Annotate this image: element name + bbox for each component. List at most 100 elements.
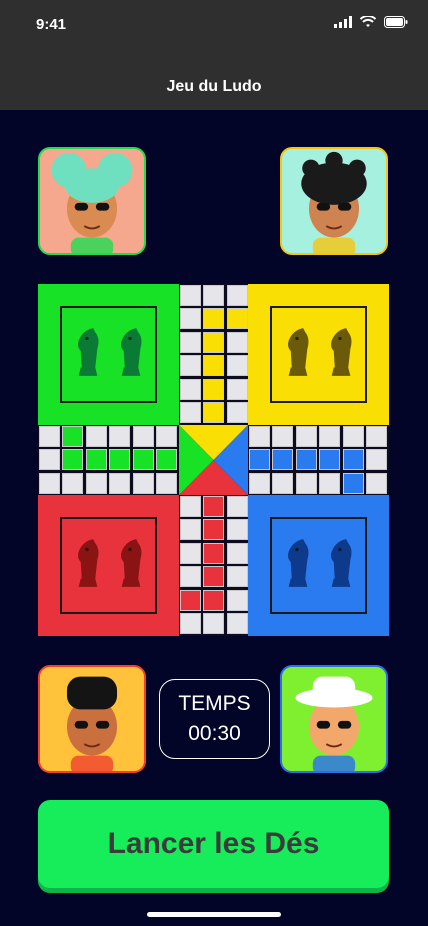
track-cell[interactable] bbox=[180, 355, 201, 377]
track-cell[interactable] bbox=[366, 472, 387, 494]
track-cell[interactable] bbox=[226, 589, 248, 611]
status-time: 9:41 bbox=[36, 16, 67, 33]
page-title: Jeu du Ludo bbox=[166, 78, 262, 95]
track-cell[interactable] bbox=[180, 589, 201, 611]
knight-pawn-icon[interactable] bbox=[325, 535, 357, 591]
track-cell[interactable] bbox=[249, 426, 270, 447]
player-avatar-red[interactable] bbox=[38, 665, 146, 773]
track-cell[interactable] bbox=[226, 285, 248, 306]
track-cell[interactable] bbox=[366, 426, 387, 447]
knight-pawn-icon[interactable] bbox=[282, 535, 314, 591]
track-cell[interactable] bbox=[203, 331, 225, 353]
track-cell[interactable] bbox=[226, 308, 248, 330]
track-cell[interactable] bbox=[249, 449, 270, 471]
track-cell[interactable] bbox=[85, 426, 107, 447]
track-cell[interactable] bbox=[272, 426, 294, 447]
track-cell[interactable] bbox=[39, 472, 60, 494]
track-cell[interactable] bbox=[226, 542, 248, 564]
track-cell[interactable] bbox=[109, 449, 131, 471]
track-cell[interactable] bbox=[62, 426, 84, 447]
track-cell[interactable] bbox=[203, 355, 225, 377]
ludo-board[interactable] bbox=[38, 284, 389, 636]
track-cell[interactable] bbox=[226, 613, 248, 634]
track-cell[interactable] bbox=[109, 426, 131, 447]
track-cell[interactable] bbox=[319, 449, 341, 471]
player-avatar-blue[interactable] bbox=[280, 665, 388, 773]
home-green bbox=[38, 284, 179, 425]
track-cell[interactable] bbox=[342, 449, 364, 471]
track-cell[interactable] bbox=[180, 519, 201, 541]
track-cell[interactable] bbox=[203, 308, 225, 330]
track-cell[interactable] bbox=[203, 613, 225, 634]
track-cell[interactable] bbox=[132, 449, 154, 471]
track-cell[interactable] bbox=[226, 566, 248, 588]
player-avatar-green[interactable] bbox=[38, 147, 146, 255]
knight-pawn-icon[interactable] bbox=[282, 324, 314, 380]
track-cell[interactable] bbox=[39, 449, 60, 471]
player-avatar-yellow[interactable] bbox=[280, 147, 388, 255]
track-cell[interactable] bbox=[180, 496, 201, 517]
home-yellow bbox=[248, 284, 389, 425]
track-cell[interactable] bbox=[295, 472, 317, 494]
avatar-face-icon bbox=[66, 676, 118, 771]
knight-pawn-icon[interactable] bbox=[72, 324, 104, 380]
track-cell[interactable] bbox=[180, 613, 201, 634]
track-cell[interactable] bbox=[226, 378, 248, 400]
track-cell[interactable] bbox=[226, 519, 248, 541]
title-bar: Jeu du Ludo bbox=[0, 48, 428, 110]
track-cell[interactable] bbox=[319, 426, 341, 447]
battery-icon bbox=[384, 16, 408, 28]
track-cell[interactable] bbox=[272, 472, 294, 494]
track-cell[interactable] bbox=[180, 331, 201, 353]
track-cell[interactable] bbox=[226, 331, 248, 353]
track-cell[interactable] bbox=[39, 426, 60, 447]
track-cell[interactable] bbox=[180, 378, 201, 400]
track-cell[interactable] bbox=[272, 449, 294, 471]
knight-pawn-icon[interactable] bbox=[115, 535, 147, 591]
track-cell[interactable] bbox=[342, 472, 364, 494]
cellular-signal-icon bbox=[334, 16, 352, 28]
track-cell[interactable] bbox=[226, 355, 248, 377]
track-cell[interactable] bbox=[180, 542, 201, 564]
avatar-face-icon bbox=[51, 152, 133, 253]
track-cell[interactable] bbox=[203, 542, 225, 564]
turn-timer: TEMPS 00:30 bbox=[159, 679, 270, 759]
track-cell[interactable] bbox=[62, 449, 84, 471]
track-cell[interactable] bbox=[203, 496, 225, 517]
track-cell[interactable] bbox=[156, 472, 177, 494]
track-cell[interactable] bbox=[226, 402, 248, 423]
track-cell[interactable] bbox=[203, 519, 225, 541]
roll-dice-button[interactable]: Lancer les Dés bbox=[38, 800, 389, 888]
track-cell[interactable] bbox=[203, 566, 225, 588]
track-cell[interactable] bbox=[342, 426, 364, 447]
knight-pawn-icon[interactable] bbox=[325, 324, 357, 380]
track-cell[interactable] bbox=[156, 426, 177, 447]
track-cell[interactable] bbox=[319, 472, 341, 494]
track-cell[interactable] bbox=[132, 472, 154, 494]
track-cell[interactable] bbox=[295, 449, 317, 471]
knight-pawn-icon[interactable] bbox=[72, 535, 104, 591]
track-cell[interactable] bbox=[85, 472, 107, 494]
track-cell[interactable] bbox=[85, 449, 107, 471]
track-cell[interactable] bbox=[249, 472, 270, 494]
track-cell[interactable] bbox=[180, 308, 201, 330]
track-cell[interactable] bbox=[132, 426, 154, 447]
home-yellow-pawns bbox=[282, 324, 357, 386]
track-cell[interactable] bbox=[203, 589, 225, 611]
track-cell[interactable] bbox=[203, 402, 225, 423]
home-indicator bbox=[147, 912, 281, 917]
track-cell[interactable] bbox=[366, 449, 387, 471]
track-cell[interactable] bbox=[109, 472, 131, 494]
home-red-pawns bbox=[72, 535, 147, 597]
track-cell[interactable] bbox=[156, 449, 177, 471]
track-cell[interactable] bbox=[62, 472, 84, 494]
track-cell[interactable] bbox=[180, 566, 201, 588]
home-red-base bbox=[60, 517, 157, 614]
track-cell[interactable] bbox=[295, 426, 317, 447]
track-cell[interactable] bbox=[203, 378, 225, 400]
track-cell[interactable] bbox=[180, 402, 201, 423]
knight-pawn-icon[interactable] bbox=[115, 324, 147, 380]
track-cell[interactable] bbox=[180, 285, 201, 306]
track-cell[interactable] bbox=[203, 285, 225, 306]
track-cell[interactable] bbox=[226, 496, 248, 517]
